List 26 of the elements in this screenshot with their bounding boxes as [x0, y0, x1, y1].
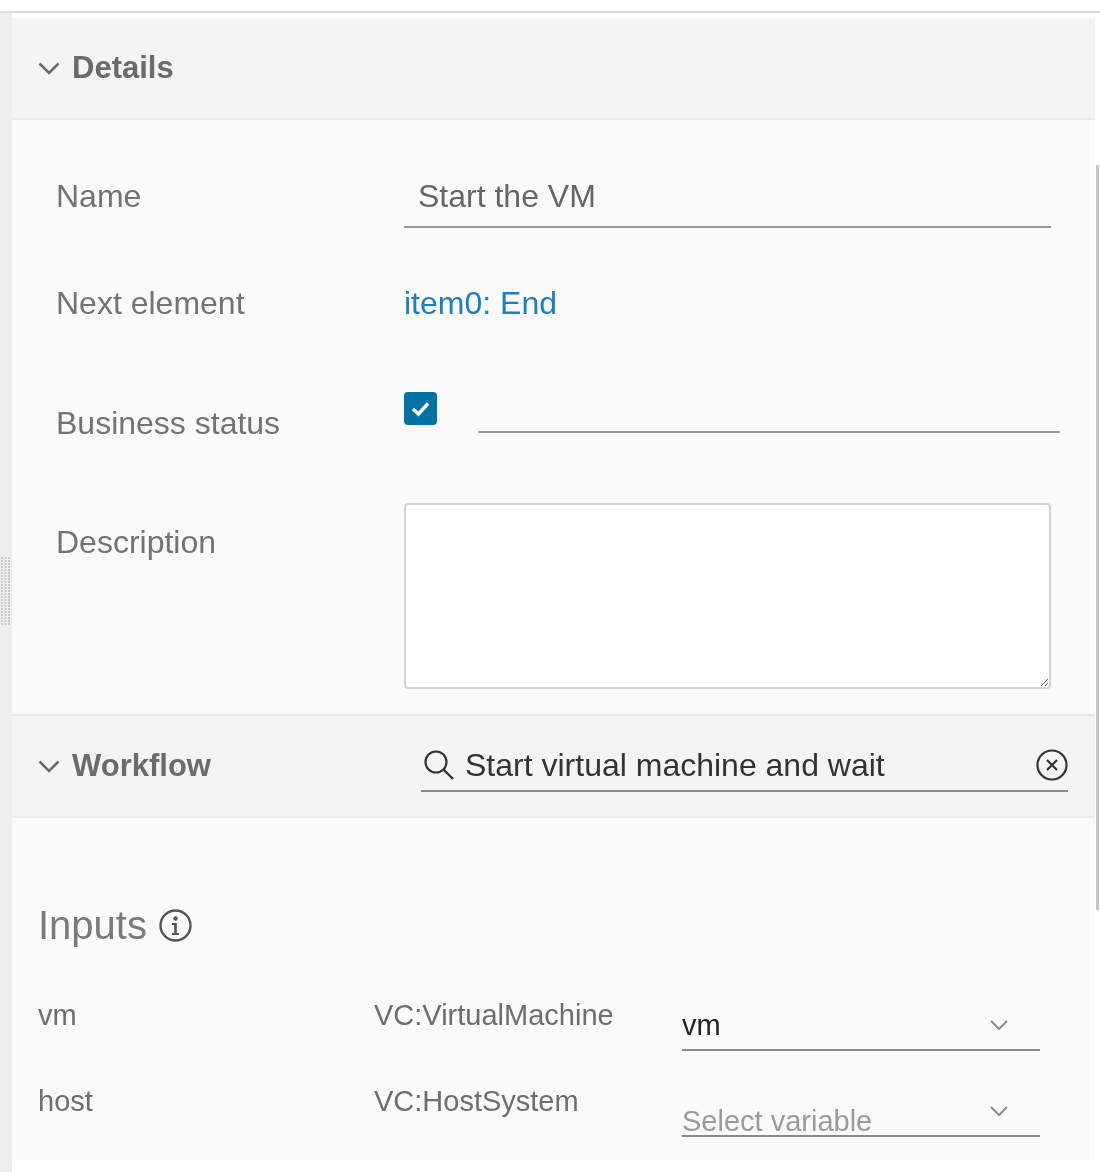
scrollbar-thumb[interactable]: [1096, 165, 1099, 910]
chevron-down-icon[interactable]: [38, 61, 60, 75]
info-icon[interactable]: [158, 908, 192, 942]
field-label: Description: [56, 523, 218, 562]
field-label: Next element: [56, 284, 246, 323]
variable-select[interactable]: vm: [682, 1001, 1040, 1051]
chevron-down-icon: [990, 1106, 1008, 1116]
input-name: vm: [38, 1000, 78, 1030]
input-type: VC:HostSystem: [374, 1086, 580, 1116]
next-element-link[interactable]: item0: End: [404, 285, 557, 321]
inputs-heading: Inputs: [38, 902, 147, 949]
field-label: Business status: [56, 404, 282, 443]
checkbox[interactable]: [404, 392, 437, 425]
section-title: Workflow: [72, 747, 211, 785]
clear-icon[interactable]: [1036, 749, 1068, 781]
description-field[interactable]: [404, 503, 1051, 689]
name-field[interactable]: Start the VM: [404, 166, 1051, 228]
chevron-down-icon[interactable]: [38, 759, 60, 773]
field-label: Name: [56, 177, 143, 216]
search-input[interactable]: Start virtual machine and wait: [465, 743, 1036, 787]
input-name: host: [38, 1086, 94, 1116]
search-icon: [423, 749, 455, 781]
drag-handle-icon[interactable]: [1, 557, 10, 625]
section-title: Details: [72, 49, 174, 87]
input-type: VC:VirtualMachine: [374, 1000, 615, 1030]
chevron-down-icon: [990, 1020, 1008, 1030]
